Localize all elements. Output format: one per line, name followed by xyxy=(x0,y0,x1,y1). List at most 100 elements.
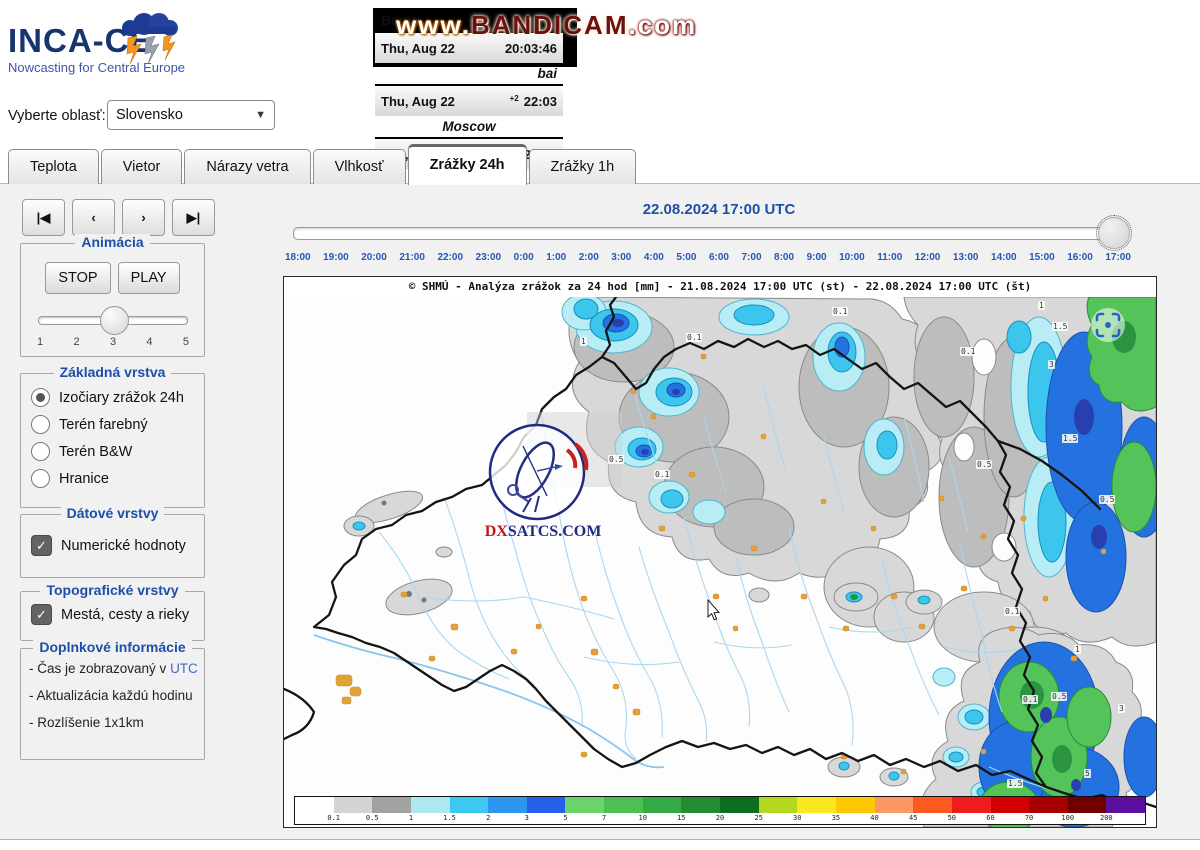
time-tick[interactable]: 7:00 xyxy=(741,252,761,263)
scale-value-label: 1.5 xyxy=(443,814,456,822)
time-slider-track[interactable] xyxy=(293,227,1109,240)
map-canvas[interactable]: DXSATCS.COM xyxy=(284,297,1156,827)
speed-slider-handle[interactable] xyxy=(100,306,129,335)
radio-icon xyxy=(31,388,50,407)
time-tick[interactable]: 12:00 xyxy=(915,252,941,263)
clock-utc-offset: +2 xyxy=(510,95,519,103)
scale-value-label: 200 xyxy=(1100,814,1113,822)
numeric-values-checkbox[interactable]: ✓ Numerické hodnoty xyxy=(31,535,198,556)
base-layer-radio[interactable]: Terén farebný xyxy=(31,411,198,438)
scale-value-label: 35 xyxy=(832,814,840,822)
frame-step-button[interactable]: ‹ xyxy=(72,199,115,236)
contour-value-badge: 1 xyxy=(1038,301,1045,310)
time-tick[interactable]: 22:00 xyxy=(437,252,463,263)
scale-value-label: 3 xyxy=(525,814,529,822)
base-layer-radio[interactable]: Hranice xyxy=(31,465,198,492)
scale-color-cell xyxy=(1068,797,1107,813)
speed-tick: 2 xyxy=(73,336,79,348)
contour-value-badge: 1.5 xyxy=(1062,434,1078,443)
map-focus-icon[interactable] xyxy=(1091,308,1125,342)
scale-color-cell xyxy=(759,797,798,813)
contour-value-badge: 1.5 xyxy=(1007,779,1023,788)
time-tick[interactable]: 15:00 xyxy=(1029,252,1055,263)
contour-value-badge: 5 xyxy=(1084,769,1091,778)
time-tick[interactable]: 13:00 xyxy=(953,252,979,263)
time-tick[interactable]: 3:00 xyxy=(611,252,631,263)
scale-value-label: 20 xyxy=(716,814,724,822)
speed-slider-track[interactable] xyxy=(38,316,188,325)
scale-value-label: 70 xyxy=(1025,814,1033,822)
stop-button[interactable]: STOP xyxy=(45,262,110,294)
tab[interactable]: Vietor xyxy=(101,149,183,184)
scale-color-cell xyxy=(565,797,604,813)
scale-color-cell xyxy=(527,797,566,813)
additional-info-legend: Doplnkové informácie xyxy=(21,639,204,655)
tab[interactable]: Vlhkosť xyxy=(313,149,406,184)
time-tick[interactable]: 18:00 xyxy=(285,252,311,263)
time-tick[interactable]: 20:00 xyxy=(361,252,387,263)
speed-tick: 1 xyxy=(37,336,43,348)
additional-info-box: Doplnkové informácie - Čas je zobrazovan… xyxy=(20,648,205,760)
scale-color-cell xyxy=(411,797,450,813)
storm-cloud-icon xyxy=(114,8,186,75)
precipitation-map[interactable]: © SHMÚ - Analýza zrážok za 24 hod [mm] -… xyxy=(283,276,1157,828)
scale-value-label: 0.5 xyxy=(366,814,379,822)
contour-value-badge: 0.1 xyxy=(832,307,848,316)
tab[interactable]: Zrážky 24h xyxy=(408,144,527,185)
contour-value-badge: 1 xyxy=(580,337,587,346)
frame-step-button[interactable]: |◀ xyxy=(22,199,65,236)
time-tick[interactable]: 6:00 xyxy=(709,252,729,263)
play-button[interactable]: PLAY xyxy=(118,262,180,294)
time-tick[interactable]: 14:00 xyxy=(991,252,1017,263)
tab[interactable]: Teplota xyxy=(8,149,99,184)
tab[interactable]: Nárazy vetra xyxy=(184,149,310,184)
contour-value-badge: 1.5 xyxy=(1052,322,1068,331)
info-line-resolution: - Rozlíšenie 1x1km xyxy=(29,715,204,730)
speed-scale: 12345 xyxy=(37,336,189,348)
time-tick[interactable]: 23:00 xyxy=(476,252,502,263)
contour-value-badge: 0.1 xyxy=(1004,607,1020,616)
contour-value-badge: 0.1 xyxy=(654,470,670,479)
scale-value-label: 50 xyxy=(948,814,956,822)
time-tick[interactable]: 5:00 xyxy=(676,252,696,263)
scale-value-label: 10 xyxy=(639,814,647,822)
frame-step-button[interactable]: ▶| xyxy=(172,199,215,236)
base-layer-radio[interactable]: Izočiary zrážok 24h xyxy=(31,384,198,411)
clock-city-label: Moscow xyxy=(375,116,563,139)
region-select[interactable]: Slovensko ▼ xyxy=(107,100,275,130)
time-tick[interactable]: 4:00 xyxy=(644,252,664,263)
time-tick[interactable]: 0:00 xyxy=(514,252,534,263)
contour-value-badge: 0.5 xyxy=(1099,495,1115,504)
time-tick[interactable]: 16:00 xyxy=(1067,252,1093,263)
cities-roads-rivers-checkbox[interactable]: ✓ Mestá, cesty a rieky xyxy=(31,604,198,625)
scale-color-cell xyxy=(681,797,720,813)
scale-value-label: 7 xyxy=(602,814,606,822)
scale-color-cell xyxy=(1029,797,1068,813)
scale-color-cell xyxy=(836,797,875,813)
region-select-label: Vyberte oblasť: xyxy=(8,108,106,124)
clock-date: Thu, Aug 22 xyxy=(381,41,455,56)
animation-legend: Animácia xyxy=(21,234,204,250)
time-tick[interactable]: 1:00 xyxy=(546,252,566,263)
time-tick[interactable]: 2:00 xyxy=(579,252,599,263)
time-tick[interactable]: 8:00 xyxy=(774,252,794,263)
contour-value-badge: 0.5 xyxy=(1051,692,1067,701)
base-layer-radio[interactable]: Terén B&W xyxy=(31,438,198,465)
time-tick[interactable]: 11:00 xyxy=(877,252,902,263)
utc-link[interactable]: UTC xyxy=(170,661,198,676)
time-tick[interactable]: 19:00 xyxy=(323,252,349,263)
scale-color-cell xyxy=(913,797,952,813)
scale-value-label: 60 xyxy=(986,814,994,822)
time-tick[interactable]: 9:00 xyxy=(807,252,827,263)
scale-value-label: 5 xyxy=(563,814,567,822)
time-tick[interactable]: 21:00 xyxy=(399,252,425,263)
precip-scale-labels: 0.10.511.5235710152025303540455060701002… xyxy=(294,813,1146,825)
frame-step-button[interactable]: › xyxy=(122,199,165,236)
tab[interactable]: Zrážky 1h xyxy=(529,149,637,184)
scale-color-cell xyxy=(450,797,489,813)
time-tick[interactable]: 10:00 xyxy=(839,252,865,263)
time-tick[interactable]: 17:00 xyxy=(1105,252,1131,263)
scale-value-label: 40 xyxy=(870,814,878,822)
time-slider-handle[interactable] xyxy=(1098,217,1130,249)
contour-value-badge: 0.1 xyxy=(1022,695,1038,704)
